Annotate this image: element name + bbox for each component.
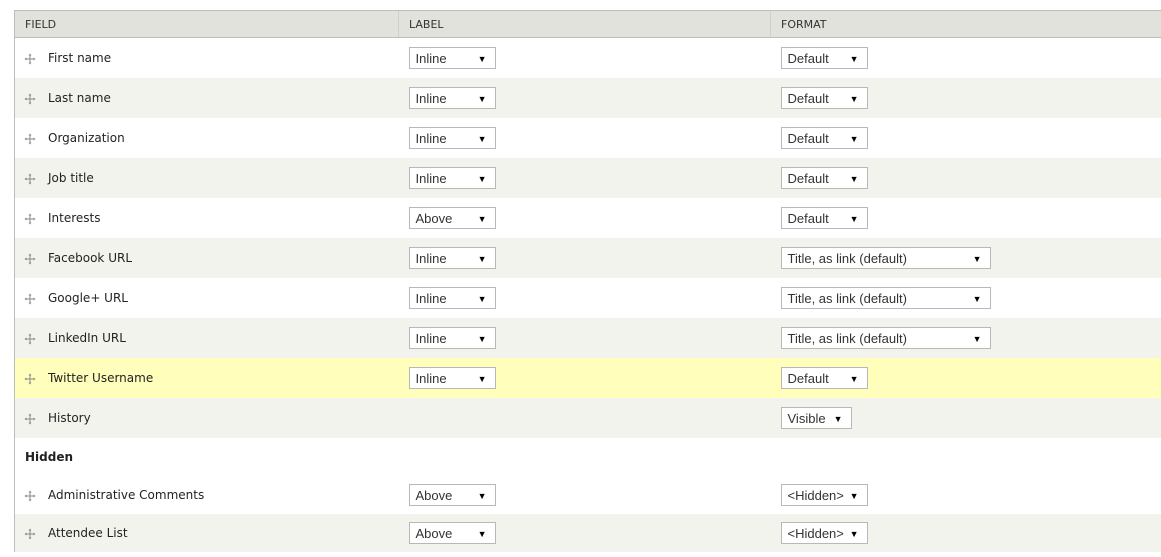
table-row: LinkedIn URL Inline ▼ Title, as link (def… (14, 318, 1161, 358)
drag-handle-icon[interactable] (24, 413, 36, 425)
table-row: Interests Above ▼ Default ▼ (14, 198, 1161, 238)
label-select[interactable]: Inline ▼ (408, 247, 496, 269)
format-select[interactable]: Visible ▼ (780, 407, 852, 429)
field-name: Google+ URL (48, 291, 128, 305)
table-row: Attendee List Above ▼ <Hidden> ▼ (14, 514, 1161, 552)
chevron-down-icon: ▼ (849, 214, 859, 224)
header-format: FORMAT (770, 10, 1161, 38)
drag-handle-icon[interactable] (24, 373, 36, 385)
chevron-down-icon: ▼ (477, 214, 487, 224)
table-row: Job title Inline ▼ Default ▼ (14, 158, 1161, 198)
chevron-down-icon: ▼ (972, 294, 982, 304)
drag-handle-icon[interactable] (24, 53, 36, 65)
chevron-down-icon: ▼ (849, 174, 859, 184)
chevron-down-icon: ▼ (849, 134, 859, 144)
chevron-down-icon: ▼ (849, 54, 859, 64)
field-name: History (48, 411, 91, 425)
label-select[interactable]: Above ▼ (408, 522, 496, 544)
drag-handle-icon[interactable] (24, 133, 36, 145)
table-row: Organization Inline ▼ Default ▼ (14, 118, 1161, 158)
chevron-down-icon: ▼ (477, 94, 487, 104)
format-select[interactable]: Default ▼ (780, 47, 868, 69)
format-select[interactable]: Default ▼ (780, 207, 868, 229)
field-name: Administrative Comments (48, 488, 205, 502)
label-select[interactable]: Inline ▼ (408, 287, 496, 309)
header-label: LABEL (398, 10, 771, 38)
field-name: Last name (48, 91, 111, 105)
field-name: Attendee List (48, 526, 128, 540)
field-name: First name (48, 51, 112, 65)
drag-handle-icon[interactable] (24, 213, 36, 225)
table-row: First name Inline ▼ Default ▼ (14, 37, 1161, 78)
field-name: Interests (48, 211, 101, 225)
label-select[interactable]: Inline ▼ (408, 367, 496, 389)
chevron-down-icon: ▼ (477, 294, 487, 304)
table-row: Facebook URL Inline ▼ Title, as link (def… (14, 238, 1161, 278)
drag-handle-icon[interactable] (24, 333, 36, 345)
label-select[interactable]: Inline ▼ (408, 47, 496, 69)
label-select[interactable]: Inline ▼ (408, 167, 496, 189)
field-name: LinkedIn URL (48, 331, 126, 345)
label-select[interactable]: Inline ▼ (408, 87, 496, 109)
format-select[interactable]: Default ▼ (780, 167, 868, 189)
chevron-down-icon: ▼ (477, 54, 487, 64)
chevron-down-icon: ▼ (477, 174, 487, 184)
format-select[interactable]: <Hidden> ▼ (780, 484, 868, 506)
region-title-hidden: Hidden (14, 438, 1161, 476)
drag-handle-icon[interactable] (24, 173, 36, 185)
chevron-down-icon: ▼ (849, 491, 859, 501)
chevron-down-icon: ▼ (972, 254, 982, 264)
chevron-down-icon: ▼ (477, 491, 487, 501)
format-select[interactable]: Title, as link (default) ▼ (780, 247, 991, 269)
field-display-table: FIELD LABEL FORMAT First name Inline ▼ De… (14, 10, 1161, 552)
format-select[interactable]: Title, as link (default) ▼ (780, 327, 991, 349)
format-select[interactable]: Default ▼ (780, 87, 868, 109)
field-name: Twitter Username (48, 371, 154, 385)
table-row: Twitter Username Inline ▼ Default ▼ (14, 358, 1161, 398)
chevron-down-icon: ▼ (477, 374, 487, 384)
field-name: Facebook URL (48, 251, 133, 265)
label-select[interactable]: Inline ▼ (408, 327, 496, 349)
chevron-down-icon: ▼ (833, 414, 843, 424)
table-row: Administrative Comments Above ▼ <Hidden> ▼ (14, 476, 1161, 514)
table-row: Google+ URL Inline ▼ Title, as link (defa… (14, 278, 1161, 318)
chevron-down-icon: ▼ (849, 529, 859, 539)
drag-handle-icon[interactable] (24, 293, 36, 305)
format-select[interactable]: Default ▼ (780, 127, 868, 149)
format-select[interactable]: Default ▼ (780, 367, 868, 389)
chevron-down-icon: ▼ (972, 334, 982, 344)
field-name: Job title (48, 171, 94, 185)
label-select[interactable]: Above ▼ (408, 484, 496, 506)
chevron-down-icon: ▼ (477, 529, 487, 539)
field-name: Organization (48, 131, 125, 145)
chevron-down-icon: ▼ (477, 254, 487, 264)
label-select[interactable]: Above ▼ (408, 207, 496, 229)
chevron-down-icon: ▼ (849, 94, 859, 104)
format-select[interactable]: <Hidden> ▼ (780, 522, 868, 544)
drag-handle-icon[interactable] (24, 490, 36, 502)
drag-handle-icon[interactable] (24, 93, 36, 105)
drag-handle-icon[interactable] (24, 253, 36, 265)
chevron-down-icon: ▼ (477, 334, 487, 344)
chevron-down-icon: ▼ (849, 374, 859, 384)
drag-handle-icon[interactable] (24, 528, 36, 540)
format-select[interactable]: Title, as link (default) ▼ (780, 287, 991, 309)
header-field: FIELD (14, 10, 399, 38)
label-select[interactable]: Inline ▼ (408, 127, 496, 149)
table-row: Last name Inline ▼ Default ▼ (14, 78, 1161, 118)
table-row: History Visible ▼ (14, 398, 1161, 438)
chevron-down-icon: ▼ (477, 134, 487, 144)
